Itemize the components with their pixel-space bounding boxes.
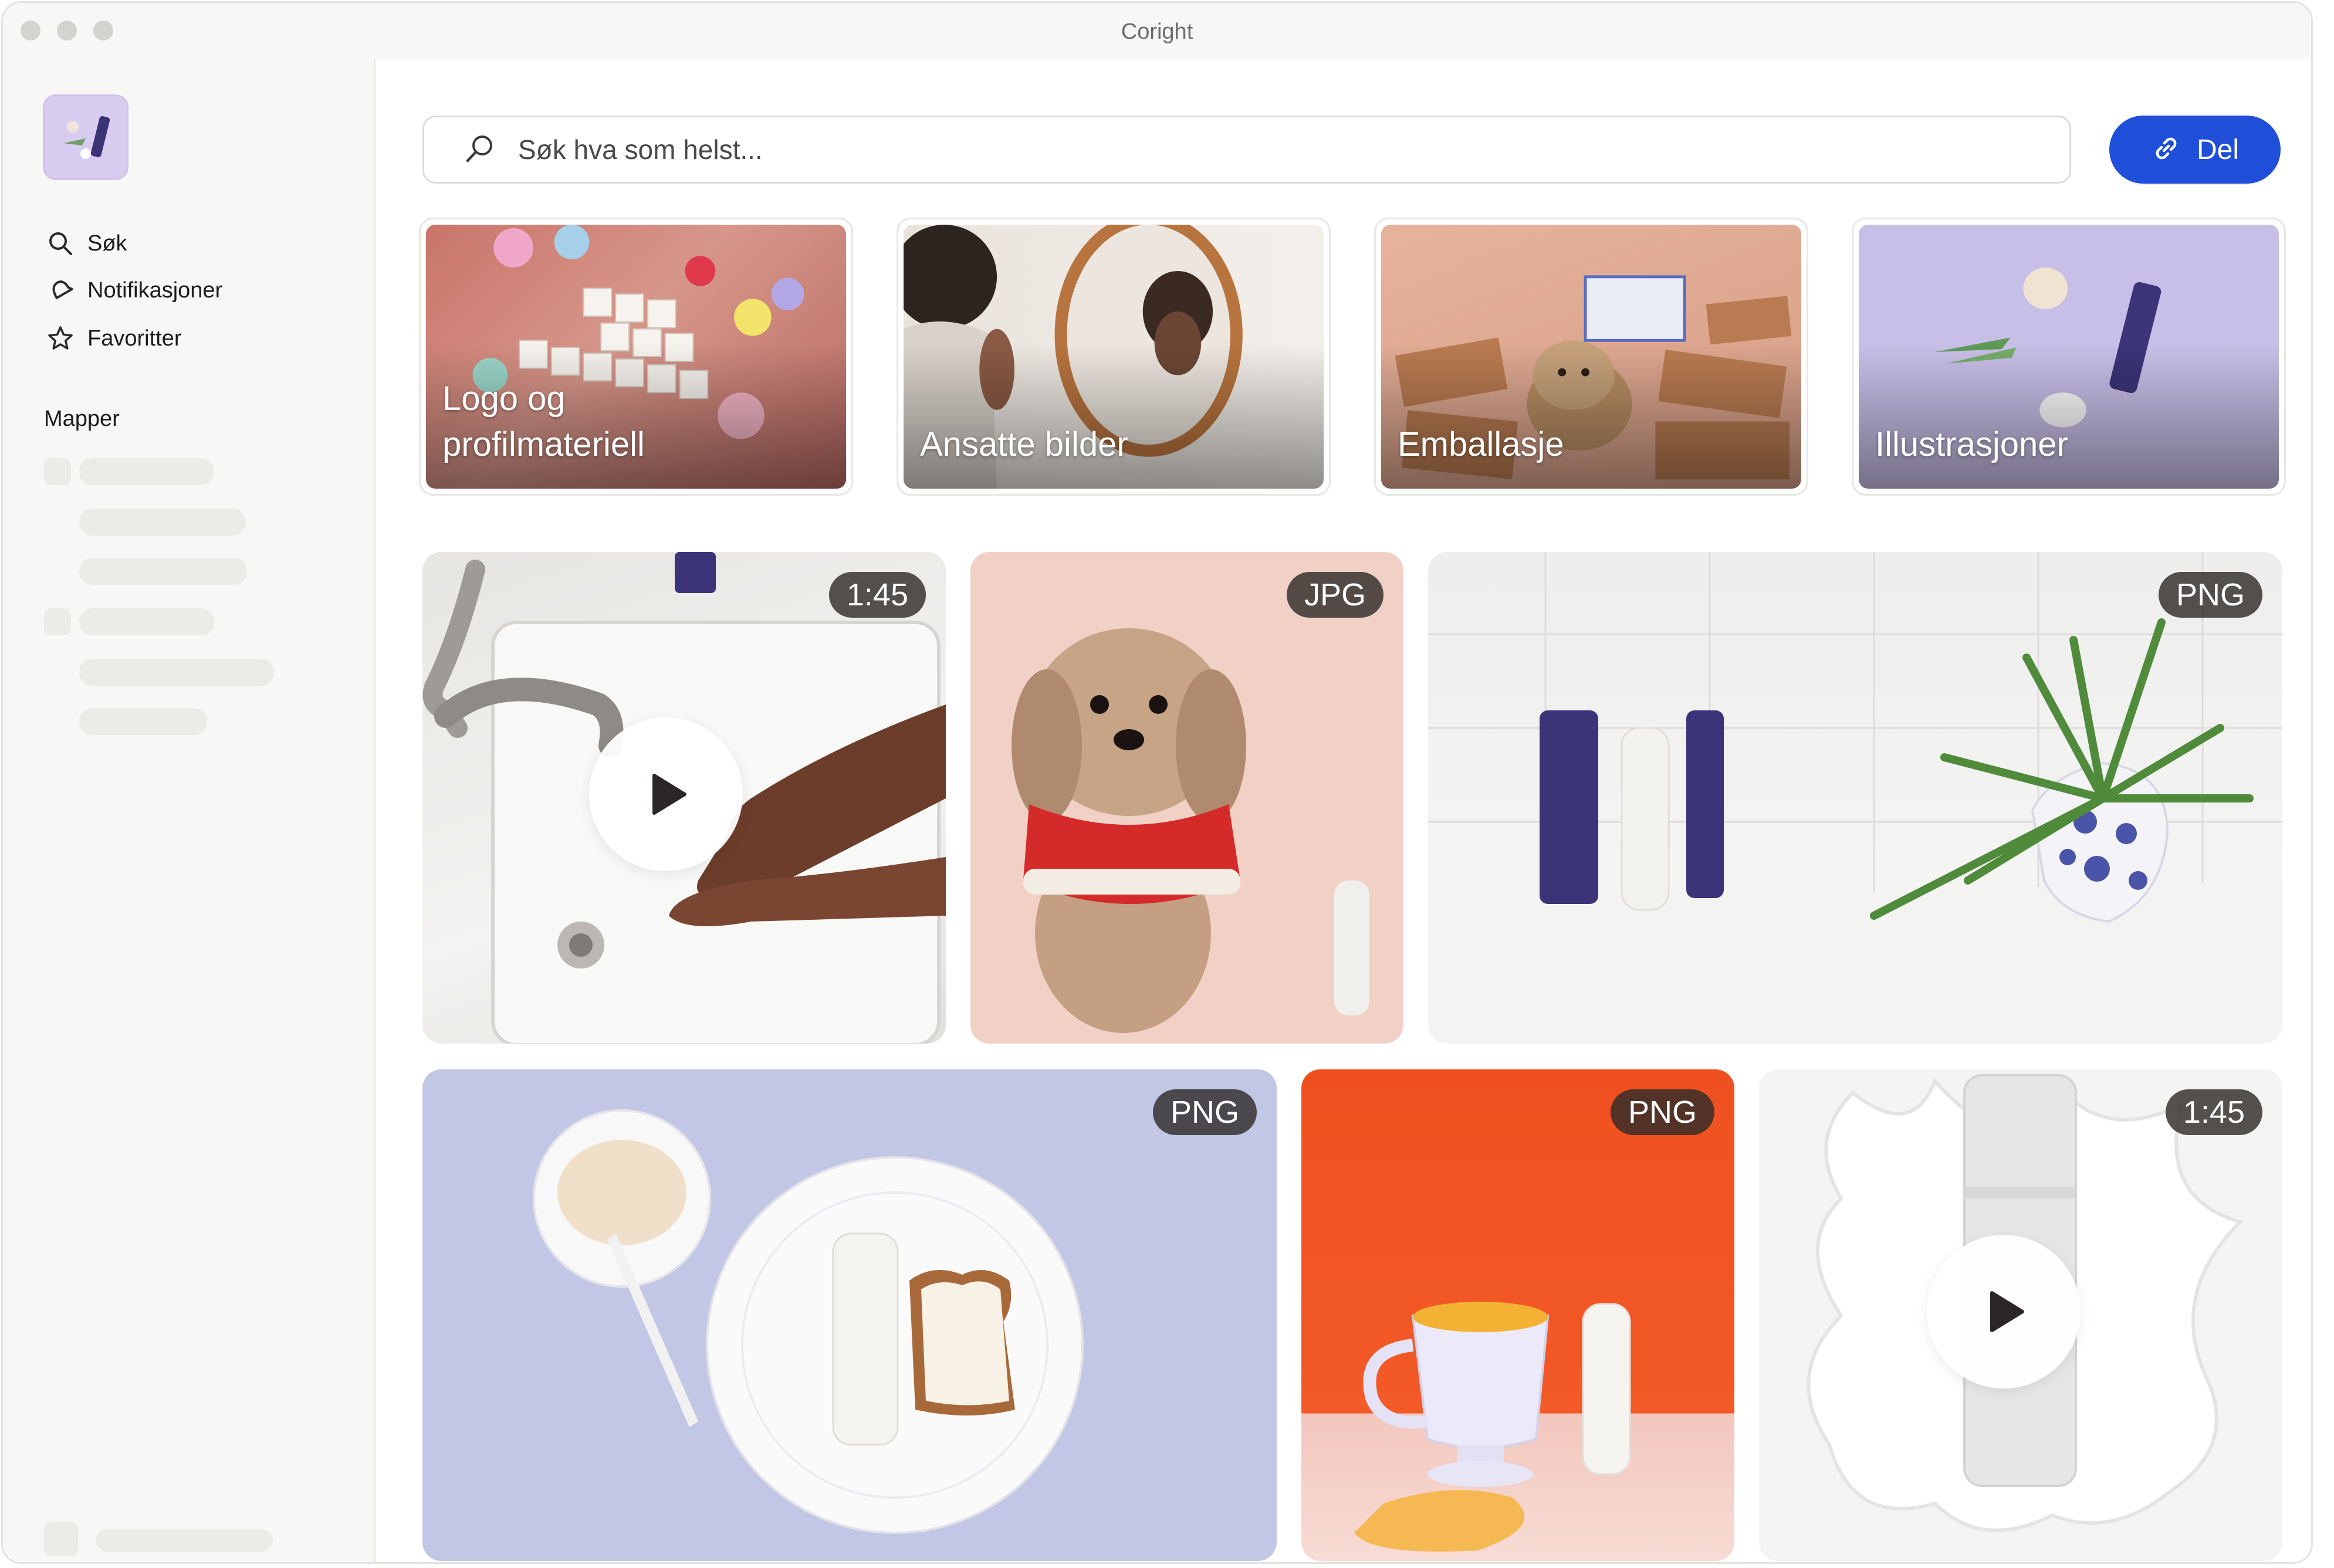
folder-skeleton (79, 708, 207, 735)
category-title: Illustrasjoner (1875, 425, 2068, 463)
star-icon (45, 323, 76, 354)
media-tile-video[interactable]: 1:45 (422, 552, 946, 1044)
file-type-badge: JPG (1286, 572, 1384, 618)
duration-badge: 1:45 (828, 572, 926, 618)
search-icon (462, 132, 497, 167)
bell-icon (45, 275, 76, 306)
folder-skeleton-icon (44, 458, 71, 485)
main-content: Del Logo og profilmateri (376, 59, 2311, 1562)
share-button-label: Del (2196, 134, 2240, 165)
title-bar: Coright (3, 3, 2311, 61)
category-title: Logo og profilmateriell (442, 380, 645, 463)
category-title: Ansatte bilder (920, 425, 1128, 463)
nav-search[interactable]: Søk (45, 226, 127, 261)
nav-search-label: Søk (87, 231, 127, 256)
play-icon (652, 774, 686, 815)
search-bar[interactable] (422, 116, 2071, 184)
play-icon (1990, 1291, 2024, 1332)
folder-skeleton (79, 659, 274, 686)
file-type-badge: PNG (2158, 572, 2262, 618)
category-card-employees[interactable]: Ansatte bilder (897, 218, 1331, 496)
link-icon (2151, 133, 2181, 167)
play-button[interactable] (1927, 1235, 2081, 1388)
duration-badge: 1:45 (2165, 1089, 2262, 1135)
nav-notifications-label: Notifikasjoner (87, 277, 223, 303)
user-skeleton-avatar (44, 1522, 78, 1556)
play-button[interactable] (589, 717, 743, 871)
nav-favorites-label: Favoritter (87, 326, 182, 351)
nav-favorites[interactable]: Favoritter (45, 321, 181, 356)
nav-notifications[interactable]: Notifikasjoner (45, 273, 222, 308)
file-type-badge: PNG (1610, 1089, 1714, 1135)
folder-skeleton-icon (44, 608, 71, 635)
category-card-illustrations[interactable]: Illustrasjoner (1852, 218, 2286, 496)
file-type-badge: PNG (1152, 1089, 1257, 1135)
sidebar: Søk Notifikasjoner Favoritter Mapper (3, 59, 376, 1562)
share-button[interactable]: Del (2109, 116, 2281, 184)
media-tile-video[interactable]: 1:45 (1759, 1069, 2282, 1561)
search-input[interactable] (517, 133, 1927, 166)
user-skeleton-name (96, 1529, 273, 1552)
media-tile-image[interactable]: PNG (422, 1069, 1277, 1561)
app-window: Coright Søk Notifikasjoner Favoritter Ma… (1, 1, 2313, 1564)
folders-title: Mapper (44, 407, 120, 431)
window-title: Coright (1121, 19, 1193, 44)
folder-skeleton (79, 458, 214, 485)
category-card-logo[interactable]: Logo og profilmateriell (419, 218, 853, 496)
category-card-packaging[interactable]: Emballasje (1374, 218, 1808, 496)
media-tile-image[interactable]: JPG (970, 552, 1403, 1044)
folder-skeleton (79, 608, 214, 635)
search-icon (45, 228, 76, 259)
app-logo[interactable] (43, 94, 128, 180)
folder-skeleton (79, 509, 246, 536)
media-tile-image[interactable]: PNG (1301, 1069, 1734, 1561)
media-tile-image[interactable]: PNG (1428, 552, 2282, 1044)
folder-skeleton (79, 558, 247, 585)
category-title: Emballasje (1398, 425, 1564, 463)
